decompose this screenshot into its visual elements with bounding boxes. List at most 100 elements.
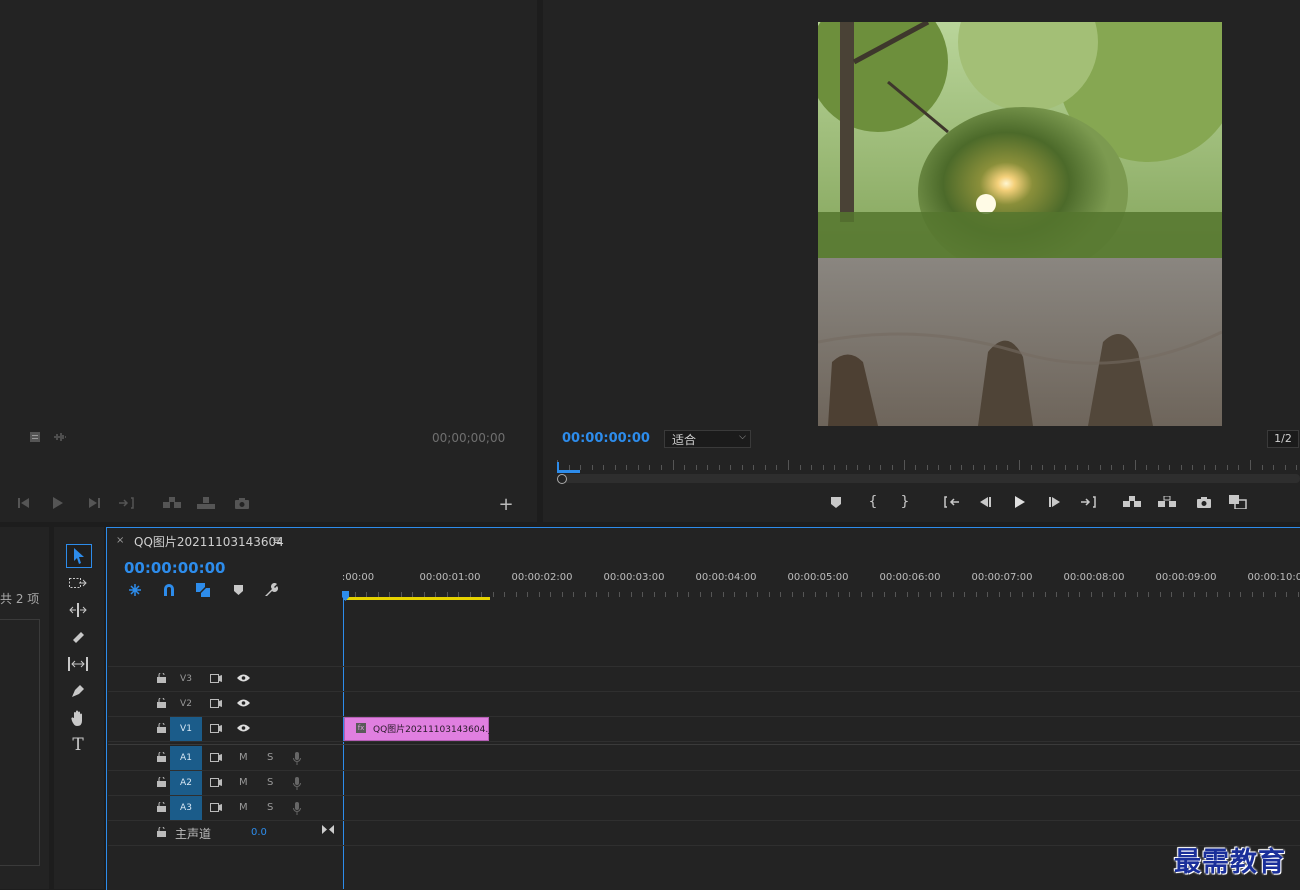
mini-ruler-tick bbox=[695, 465, 697, 470]
step-forward-icon[interactable] bbox=[1046, 494, 1064, 510]
microphone-icon[interactable] bbox=[291, 751, 303, 765]
sync-lock-icon[interactable] bbox=[209, 697, 223, 709]
sequence-tab-title[interactable]: QQ图片20211103143604 bbox=[134, 533, 284, 550]
drag-audio-icon[interactable] bbox=[52, 430, 68, 444]
mark-out-icon[interactable]: } bbox=[897, 494, 913, 510]
zoom-select[interactable]: 适合 ⌵ bbox=[664, 430, 751, 448]
eye-icon[interactable] bbox=[236, 722, 250, 734]
mini-ruler-tick bbox=[972, 465, 974, 470]
go-to-out-icon[interactable] bbox=[1079, 494, 1099, 510]
play-icon[interactable] bbox=[1011, 494, 1029, 510]
export-frame-icon[interactable] bbox=[1194, 494, 1214, 510]
nest-sequence-icon[interactable] bbox=[127, 582, 143, 598]
lock-track-icon[interactable] bbox=[155, 826, 167, 838]
ruler-time-label: 00:00:05:00 bbox=[787, 572, 849, 583]
play-icon[interactable] bbox=[50, 495, 66, 511]
track-a1-label[interactable]: A1 bbox=[170, 746, 202, 770]
lock-track-icon[interactable] bbox=[155, 722, 167, 734]
solo-button[interactable]: S bbox=[267, 752, 273, 763]
step-back-icon[interactable] bbox=[976, 494, 994, 510]
watermark: 最需教育 bbox=[1174, 847, 1286, 878]
lock-track-icon[interactable] bbox=[155, 751, 167, 763]
microphone-icon[interactable] bbox=[291, 801, 303, 815]
mini-ruler-tick bbox=[1273, 465, 1275, 470]
track-separator bbox=[108, 666, 1300, 667]
ruler-tick bbox=[826, 592, 827, 597]
export-frame-icon[interactable] bbox=[233, 495, 251, 511]
track-v3-label[interactable]: V3 bbox=[170, 667, 202, 691]
insert-icon[interactable] bbox=[162, 495, 182, 511]
overwrite-icon[interactable] bbox=[196, 495, 216, 511]
mute-button[interactable]: M bbox=[239, 802, 248, 813]
eye-icon[interactable] bbox=[236, 697, 250, 709]
lock-track-icon[interactable] bbox=[155, 697, 167, 709]
mute-button[interactable]: M bbox=[239, 752, 248, 763]
track-a3-label[interactable]: A3 bbox=[170, 796, 202, 820]
track-separator bbox=[108, 820, 1300, 821]
wrench-icon[interactable] bbox=[263, 582, 279, 598]
razor-tool-icon[interactable] bbox=[66, 626, 90, 648]
master-volume-value[interactable]: 0.0 bbox=[251, 827, 267, 838]
solo-button[interactable]: S bbox=[267, 802, 273, 813]
go-to-end-icon[interactable] bbox=[321, 823, 335, 835]
lock-track-icon[interactable] bbox=[155, 801, 167, 813]
drag-video-icon[interactable] bbox=[28, 430, 42, 444]
extract-icon[interactable] bbox=[1156, 494, 1178, 510]
sync-lock-icon[interactable] bbox=[209, 776, 223, 788]
microphone-icon[interactable] bbox=[291, 776, 303, 790]
go-to-out-icon[interactable] bbox=[118, 495, 136, 511]
ruler-tick bbox=[1067, 592, 1069, 597]
mark-in-icon[interactable]: { bbox=[865, 494, 881, 510]
go-to-in-icon[interactable] bbox=[941, 494, 961, 510]
ruler-tick bbox=[1090, 592, 1092, 597]
slip-tool-icon[interactable] bbox=[66, 653, 90, 675]
sync-lock-icon[interactable] bbox=[209, 751, 223, 763]
eye-icon[interactable] bbox=[236, 672, 250, 684]
mute-button[interactable]: M bbox=[239, 777, 248, 788]
selection-tool-icon[interactable] bbox=[66, 544, 92, 568]
pen-tool-icon[interactable] bbox=[66, 680, 90, 702]
snap-magnet-icon[interactable] bbox=[161, 582, 177, 598]
program-timecode[interactable]: 00:00:00:00 bbox=[562, 431, 650, 446]
panel-menu-icon[interactable]: ≡ bbox=[272, 533, 282, 547]
linked-selection-icon[interactable] bbox=[195, 582, 211, 598]
program-scrollbar[interactable] bbox=[557, 474, 1300, 483]
track-a2-label[interactable]: A2 bbox=[170, 771, 202, 795]
timeline-playhead-handle[interactable] bbox=[342, 586, 350, 601]
timeline-clip[interactable]: fx QQ图片20211103143604.j bbox=[344, 717, 491, 741]
sync-lock-icon[interactable] bbox=[209, 672, 223, 684]
mini-ruler-tick bbox=[1122, 465, 1124, 470]
sync-lock-icon[interactable] bbox=[209, 801, 223, 813]
lock-track-icon[interactable] bbox=[155, 672, 167, 684]
add-button-icon[interactable]: + bbox=[498, 494, 514, 515]
track-v1-label[interactable]: V1 bbox=[170, 717, 202, 741]
solo-button[interactable]: S bbox=[267, 777, 273, 788]
track-select-tool-icon[interactable] bbox=[66, 572, 90, 594]
hand-tool-icon[interactable] bbox=[66, 707, 90, 729]
sync-lock-icon[interactable] bbox=[209, 722, 223, 734]
lift-icon[interactable] bbox=[1121, 494, 1143, 510]
program-playhead[interactable] bbox=[556, 459, 580, 473]
type-tool-icon[interactable]: T bbox=[66, 734, 90, 756]
ripple-edit-tool-icon[interactable] bbox=[66, 599, 90, 621]
comparison-view-icon[interactable] bbox=[1227, 494, 1249, 510]
mini-ruler-tick bbox=[1238, 465, 1240, 470]
close-tab-icon[interactable]: × bbox=[116, 535, 124, 546]
mini-ruler-tick bbox=[753, 465, 755, 470]
mini-ruler-tick bbox=[637, 465, 639, 470]
lock-track-icon[interactable] bbox=[155, 776, 167, 788]
resolution-select[interactable]: 1/2 bbox=[1267, 430, 1299, 448]
add-marker-icon[interactable] bbox=[230, 582, 246, 598]
track-v2-label[interactable]: V2 bbox=[170, 692, 202, 716]
step-forward-icon[interactable] bbox=[86, 495, 102, 511]
ruler-tick bbox=[1217, 592, 1218, 597]
program-mini-ruler[interactable] bbox=[557, 458, 1300, 472]
work-area-bar[interactable] bbox=[344, 597, 490, 600]
marker-icon[interactable] bbox=[828, 494, 844, 510]
step-back-icon[interactable] bbox=[16, 495, 32, 511]
timeline-timecode[interactable]: 00:00:00:00 bbox=[124, 559, 226, 577]
time-ruler[interactable]: :00:00 00:00:01:00 00:00:02:00 00:00:03:00 0… bbox=[342, 568, 1300, 600]
project-bin-area[interactable] bbox=[0, 619, 40, 866]
zoom-select-value: 适合 bbox=[672, 433, 697, 447]
scroll-handle[interactable] bbox=[557, 474, 567, 484]
